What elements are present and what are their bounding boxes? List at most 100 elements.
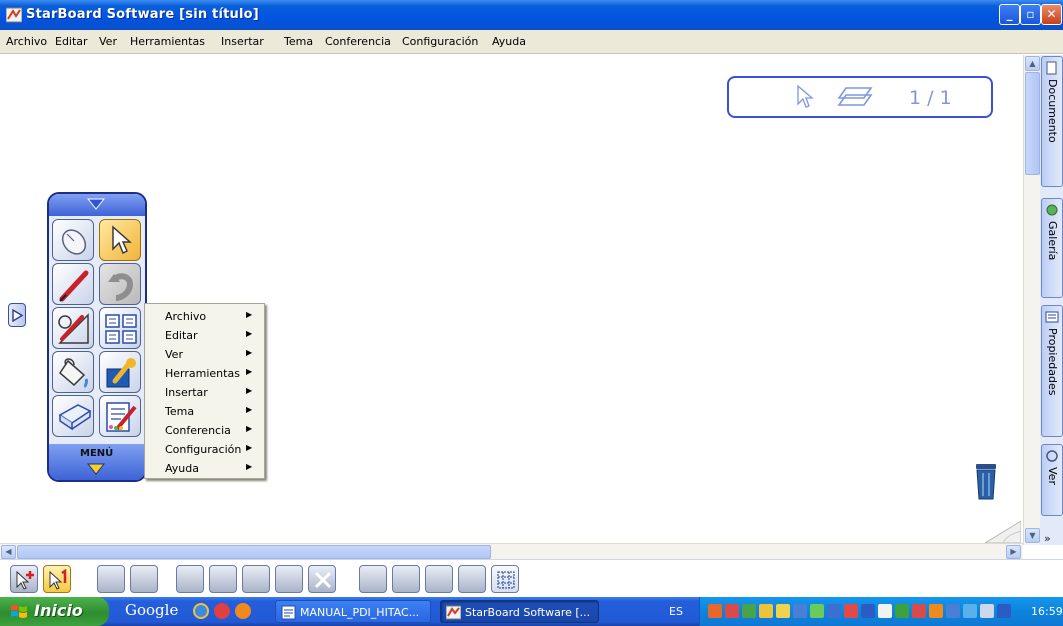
rotate-button[interactable] [458,565,486,593]
context-menu-item[interactable]: Ayuda ▶ [145,460,264,478]
vertical-scroll-thumb[interactable] [1025,72,1040,175]
chrome-icon[interactable] [214,603,230,619]
menu-insertar[interactable]: Insertar [221,35,264,48]
edit-button[interactable] [176,565,204,593]
scroll-right-button[interactable]: ▶ [1006,545,1021,559]
document-icon [1046,61,1057,75]
tray-icon[interactable] [793,604,807,618]
toolbox-header[interactable] [49,194,145,216]
pen-tool[interactable] [52,263,94,305]
tray-icon[interactable] [844,604,858,618]
vertical-scrollbar[interactable]: ▲ ▼ [1023,55,1040,545]
menu-editar[interactable]: Editar [55,35,88,48]
new-pointer-button[interactable] [10,565,38,593]
tab-documento[interactable]: Documento [1041,56,1063,187]
taskbar-item-starboard[interactable]: StarBoard Software [... [440,600,599,623]
tray-icon[interactable] [759,604,773,618]
maximize-button[interactable]: ▫ [1020,4,1041,25]
horizontal-scrollbar[interactable]: ◀ ▶ [0,543,1023,559]
scroll-down-button[interactable]: ▼ [1025,528,1040,543]
tray-icon[interactable] [742,604,756,618]
tray-icon[interactable] [827,604,841,618]
ie-icon[interactable] [193,603,209,619]
mouse-tool[interactable] [52,219,94,261]
eraser-pen-icon [58,313,89,344]
menu-archivo[interactable]: Archivo [6,35,47,48]
tray-icon[interactable] [980,604,994,618]
pointer-one-button[interactable] [43,565,71,593]
context-menu-item[interactable]: Editar ▶ [145,327,264,345]
undo-button[interactable] [97,565,125,593]
scroll-up-button[interactable]: ▲ [1025,56,1040,71]
system-tray: 16:59 [699,597,1063,626]
import-button[interactable] [359,565,387,593]
context-menu-item[interactable]: Configuración ▶ [145,441,264,459]
toolbox-menu-button[interactable]: MENÚ [49,444,145,480]
menu-conferencia[interactable]: Conferencia [325,35,391,48]
context-menu-item[interactable]: Ver ▶ [145,346,264,364]
taskbar-item-manual[interactable]: MANUAL_PDI_HITAC... [275,600,431,623]
grid-tool[interactable] [99,307,141,349]
collapse-triangle-icon [87,198,105,210]
select-tool[interactable] [99,219,141,261]
context-menu-item[interactable]: Conferencia ▶ [145,422,264,440]
google-toolbar[interactable]: Google [125,601,178,619]
clock[interactable]: 16:59 [1031,605,1063,618]
bucket-icon [59,358,89,389]
page-curl-icon[interactable] [985,521,1021,543]
expand-more-icon[interactable]: » [1044,532,1051,545]
close-button[interactable]: ✕ [1041,4,1062,25]
tray-icon[interactable] [776,604,790,618]
paste-button[interactable] [242,565,270,593]
menu-configuracion[interactable]: Configuración [402,35,478,48]
copy-button[interactable] [209,565,237,593]
language-indicator[interactable]: ES [669,605,683,618]
context-menu-item[interactable]: Tema ▶ [145,403,264,421]
pen-icon [59,270,89,302]
window-title: StarBoard Software [sin título] [26,7,259,22]
export-button[interactable] [392,565,420,593]
undo-tool[interactable] [99,263,141,305]
context-menu-item[interactable]: Herramientas ▶ [145,365,264,383]
start-button[interactable]: Inicio [0,597,109,626]
tray-icon[interactable] [725,604,739,618]
trash-icon[interactable] [974,461,998,501]
minimize-button[interactable]: _ [999,4,1020,25]
redo-button[interactable] [130,565,158,593]
tab-propiedades[interactable]: Propiedades [1041,305,1063,437]
tools-tool[interactable] [99,351,141,393]
tray-icon[interactable] [997,604,1011,618]
fill-tool[interactable] [52,351,94,393]
tray-icon[interactable] [912,604,926,618]
pointer-icon[interactable] [795,84,815,110]
context-menu-item[interactable]: Archivo ▶ [145,308,264,326]
tray-icon[interactable] [946,604,960,618]
menu-herramientas[interactable]: Herramientas [130,35,205,48]
firefox-icon[interactable] [235,603,251,619]
toolbox-menu-label: MENÚ [80,448,114,459]
properties-tool[interactable] [99,395,141,437]
side-panel-handle[interactable] [8,303,26,327]
eraser-pen-tool[interactable] [52,307,94,349]
volume-icon[interactable] [878,604,892,618]
tab-galeria[interactable]: Galería [1041,198,1063,298]
tray-icon[interactable] [861,604,875,618]
delete-button[interactable] [308,565,336,593]
tray-icon[interactable] [895,604,909,618]
shape-tool[interactable] [52,395,94,437]
tab-ver[interactable]: Ver [1041,444,1063,516]
grid-select-button[interactable] [491,565,519,593]
tray-icon[interactable] [929,604,943,618]
menu-tema[interactable]: Tema [284,35,313,48]
menu-ayuda[interactable]: Ayuda [492,35,526,48]
tray-icon[interactable] [963,604,977,618]
context-menu-item[interactable]: Insertar ▶ [145,384,264,402]
scroll-left-button[interactable]: ◀ [1,545,16,559]
tray-icon[interactable] [810,604,824,618]
page-layers-icon[interactable] [837,86,873,108]
horizontal-scroll-thumb[interactable] [17,545,491,559]
add-page-button[interactable] [275,565,303,593]
tray-icon[interactable] [708,604,722,618]
menu-ver[interactable]: Ver [99,35,117,48]
swap-button[interactable] [425,565,453,593]
